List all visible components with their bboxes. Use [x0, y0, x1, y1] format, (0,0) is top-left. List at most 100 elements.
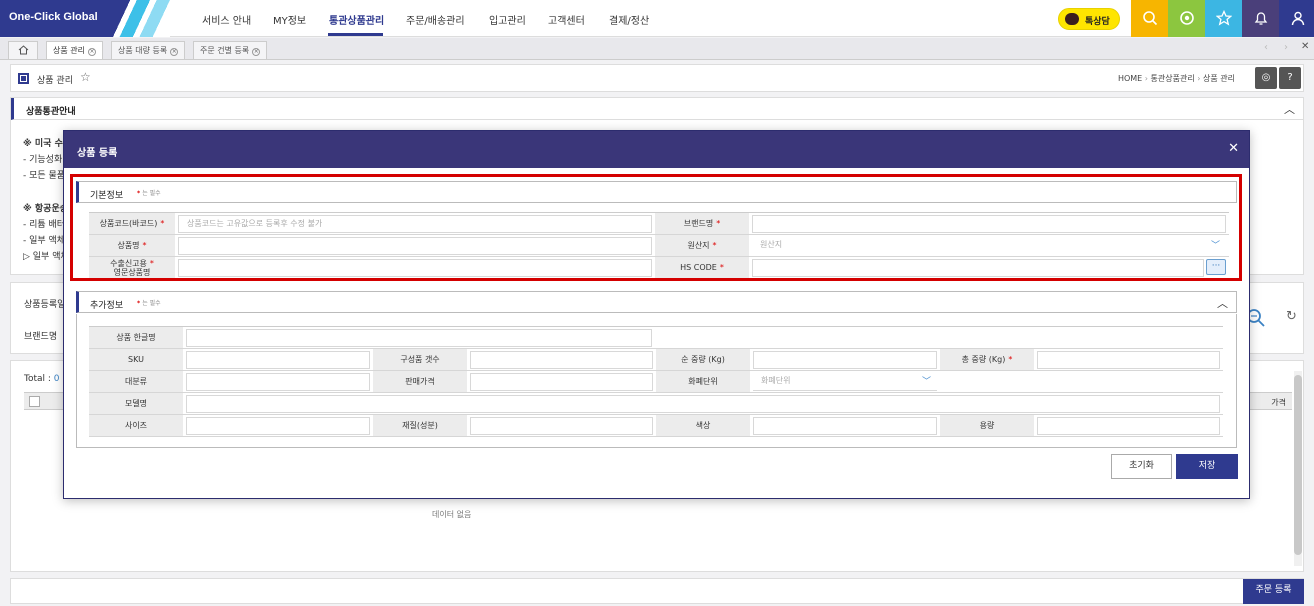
chevron-up-icon[interactable]: ︿: [1217, 295, 1228, 311]
top-bar: One-Click Global 서비스 안내 MY정보 통관상품관리 주문/배…: [0, 0, 1314, 37]
material-label: 재질(성분): [373, 415, 467, 437]
reg-date-label: 상품등록일: [24, 300, 66, 310]
korean-name-input[interactable]: [186, 329, 652, 347]
reset-button[interactable]: 초기화: [1111, 454, 1172, 479]
color-input[interactable]: [753, 417, 937, 435]
star-icon[interactable]: [1205, 0, 1242, 37]
nav-orders[interactable]: 주문/배송관리: [406, 12, 465, 27]
close-icon[interactable]: ×: [252, 48, 261, 56]
product-code-input[interactable]: 상품코드는 고유값으로 등록후 수정 불가: [178, 215, 652, 233]
tab-label: 상품 관리: [53, 46, 85, 55]
tab-prev-icon[interactable]: ‹: [1264, 42, 1268, 53]
talk-button[interactable]: 톡상담: [1058, 8, 1120, 30]
settings-icon[interactable]: [1168, 0, 1205, 37]
breadcrumb-home[interactable]: HOME: [1118, 74, 1142, 83]
select-all-checkbox[interactable]: [29, 396, 40, 407]
favorite-star-icon[interactable]: ☆: [80, 70, 91, 84]
currency-select[interactable]: 화폐단위 ﹀: [753, 373, 937, 391]
hs-code-input[interactable]: [752, 259, 1204, 277]
chevron-down-icon: ﹀: [1210, 241, 1220, 251]
size-input[interactable]: [186, 417, 370, 435]
notice-line: - 모든 물품: [23, 171, 66, 181]
brand-input[interactable]: [752, 215, 1226, 233]
tab-label: 주문 건별 등록: [200, 46, 250, 55]
components-cell: [467, 349, 656, 371]
tab-next-icon[interactable]: ›: [1284, 42, 1288, 53]
save-button[interactable]: 저장: [1176, 454, 1238, 479]
brand-label: 브랜드명 *: [655, 213, 749, 235]
tab-close-all-icon[interactable]: ✕: [1301, 41, 1309, 52]
breadcrumb-section[interactable]: 통관상품관리: [1151, 74, 1195, 83]
total-count: Total : 0: [24, 374, 60, 384]
tab-product-management[interactable]: 상품 관리 ×: [46, 41, 103, 59]
user-icon[interactable]: [1279, 0, 1314, 37]
components-input[interactable]: [470, 351, 653, 369]
close-icon[interactable]: ×: [170, 48, 179, 56]
basic-info-title: 기본정보: [90, 191, 124, 201]
export-name-input[interactable]: [178, 259, 652, 277]
logo[interactable]: One-Click Global: [0, 0, 170, 37]
brand-cell: [749, 213, 1229, 235]
required-note: * 는 필수: [137, 298, 161, 307]
category-cell: [183, 371, 373, 393]
nav-service[interactable]: 서비스 안내: [202, 12, 251, 27]
hs-code-label: HS CODE *: [655, 257, 749, 279]
notice-line: - 일부 액체: [23, 236, 66, 246]
breadcrumb-current: 상품 관리: [1203, 74, 1235, 83]
label-text: HS CODE: [680, 263, 717, 272]
capacity-input[interactable]: [1037, 417, 1220, 435]
hs-code-cell: ···: [749, 257, 1229, 279]
sku-input[interactable]: [186, 351, 370, 369]
search-icon[interactable]: [1131, 0, 1168, 37]
currency-label: 화폐단위: [656, 371, 750, 393]
price-input[interactable]: [470, 373, 653, 391]
origin-select[interactable]: 원산지 ﹀: [752, 237, 1226, 255]
notice-line: ▷ 일부 액체: [23, 252, 69, 262]
net-weight-input[interactable]: [753, 351, 937, 369]
product-code-label: 상품코드(바코드) *: [89, 213, 175, 235]
modal-header: 상품 등록 ✕: [64, 131, 1249, 168]
chevron-up-icon[interactable]: ︿: [1284, 101, 1295, 117]
notice-header[interactable]: 상품통관안내 ︿: [11, 98, 1303, 120]
chevron-down-icon: ﹀: [921, 377, 931, 387]
hs-code-search-icon[interactable]: ···: [1206, 259, 1226, 275]
nav-customs-products[interactable]: 통관상품관리: [329, 12, 384, 27]
close-icon[interactable]: ✕: [1228, 141, 1239, 156]
origin-cell: 원산지 ﹀: [749, 235, 1229, 257]
home-tab[interactable]: [8, 41, 38, 59]
label-text: 영문상품명: [113, 268, 151, 277]
logo-text: One-Click Global: [9, 11, 98, 23]
refresh-icon[interactable]: ↻: [1286, 309, 1297, 324]
nav-support[interactable]: 고객센터: [548, 12, 585, 27]
close-icon[interactable]: ×: [87, 48, 96, 56]
product-name-cell: [175, 235, 655, 257]
bell-icon[interactable]: [1242, 0, 1279, 37]
gross-weight-label: 총 중량 (Kg) *: [940, 349, 1034, 371]
order-register-button[interactable]: 주문 등록: [1243, 579, 1304, 604]
column-price: 가격: [1271, 398, 1286, 407]
gross-weight-input[interactable]: [1037, 351, 1220, 369]
product-register-modal: 상품 등록 ✕ 기본정보 * 는 필수 상품코드(바코드) * 상품코드는 고유값…: [63, 130, 1250, 499]
price-cell: [467, 371, 656, 393]
category-input[interactable]: [186, 373, 370, 391]
nav-inbound[interactable]: 입고관리: [489, 12, 526, 27]
tab-order-register[interactable]: 주문 건별 등록 ×: [193, 41, 268, 59]
product-code-cell: 상품코드는 고유값으로 등록후 수정 불가: [175, 213, 655, 235]
net-weight-cell: [750, 349, 940, 371]
tab-bulk-register[interactable]: 상품 대량 등록 ×: [111, 41, 186, 59]
manual-icon[interactable]: ◎: [1255, 67, 1277, 89]
nav-my-info[interactable]: MY정보: [273, 12, 306, 27]
brand-label: 브랜드명: [24, 332, 58, 342]
basic-info-section-header: 기본정보 * 는 필수: [76, 181, 1237, 203]
model-input[interactable]: [186, 395, 1220, 413]
label-text: 브랜드명: [683, 219, 714, 228]
product-name-input[interactable]: [178, 237, 652, 255]
material-input[interactable]: [470, 417, 653, 435]
nav-billing[interactable]: 결제/정산: [609, 12, 649, 27]
page-title: 상품 관리: [37, 76, 73, 86]
extra-info-section-header[interactable]: 추가정보 * 는 필수 ︿: [76, 291, 1237, 313]
notice-line: ※ 항공운송: [23, 204, 69, 214]
scrollbar[interactable]: [1294, 371, 1302, 566]
label-text: 수출신고용: [110, 259, 147, 268]
help-icon[interactable]: ?: [1279, 67, 1301, 89]
